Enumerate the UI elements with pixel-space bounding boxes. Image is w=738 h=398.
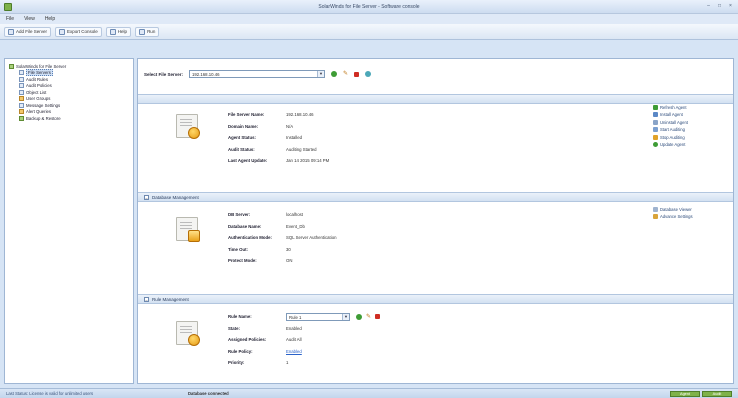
database-actions: Database Viewer Advance Settings (653, 206, 693, 220)
database-icon (176, 217, 200, 242)
tree-item-backup-restore[interactable]: Backup & Restore (9, 115, 129, 122)
run-icon (139, 28, 146, 35)
status-text: Last Status: License is valid for unlimi… (6, 391, 94, 396)
add-icon (8, 28, 14, 35)
advance-settings-link[interactable]: Advance Settings (653, 214, 693, 220)
delete-icon[interactable] (375, 314, 380, 320)
users-icon (19, 96, 24, 102)
rules-icon (19, 76, 24, 82)
rule-section-header[interactable]: – Rule Management (138, 294, 733, 304)
rule-properties: Rule Name: Rule 1 ▼ ✎ State: Enabled Assig… (228, 311, 380, 369)
menu-bar: File View Help (0, 14, 738, 24)
alert-icon (19, 109, 24, 115)
maximize-icon[interactable]: □ (716, 3, 723, 9)
server-section-header (138, 94, 733, 104)
file-server-combo[interactable]: 192.168.10.46 ▼ (189, 70, 326, 78)
menu-file[interactable]: File (6, 16, 14, 22)
add-server-icon[interactable] (331, 71, 338, 77)
file-server-icon (176, 114, 200, 139)
prop-row: DB Server: localhost (228, 212, 303, 218)
start-icon (653, 127, 658, 132)
menu-help[interactable]: Help (45, 16, 55, 22)
prop-row: Domain Name: N/A (228, 123, 294, 129)
prop-row: Assigned Policies: Audit All (228, 337, 302, 343)
start-auditing-link[interactable]: Start Auditing (653, 127, 688, 133)
add-file-server-button[interactable]: Add File Server (4, 26, 52, 37)
refresh-agent-link[interactable]: Refresh Agent (653, 104, 688, 110)
update-agent-link[interactable]: Update Agent (653, 142, 688, 148)
prop-row: Authentication Mode: SQL Server Authentic… (228, 235, 337, 241)
main-content: Select File Server: 192.168.10.46 ▼ ✎ Fi… (137, 58, 734, 384)
uninstall-icon (653, 119, 658, 125)
prop-row: Agent Status: Installed (228, 135, 303, 141)
prop-row: State: Enabled (228, 325, 302, 331)
viewer-icon (653, 206, 658, 212)
edit-icon[interactable]: ✎ (343, 71, 348, 77)
prop-row: Rule Name: Rule 1 ▼ ✎ (228, 311, 380, 323)
stop-icon (653, 134, 658, 140)
window-title: SolarWinds for File Server - Software co… (318, 4, 420, 10)
chevron-down-icon[interactable]: ▼ (317, 71, 325, 77)
export-console-button[interactable]: Export Console (55, 26, 102, 37)
run-button[interactable]: Run (135, 26, 160, 37)
refresh-icon (653, 104, 658, 110)
install-agent-link[interactable]: Install Agent (653, 112, 688, 118)
prop-row: Priority: 1 (228, 360, 289, 366)
agent-status-badge: Agent (670, 390, 700, 397)
status-db-text: Database connected (188, 391, 229, 396)
close-icon[interactable]: × (727, 3, 734, 9)
database-section-header[interactable]: – Database Management (138, 192, 733, 202)
install-icon (653, 112, 658, 117)
update-icon (653, 142, 658, 147)
collapse-icon[interactable]: – (144, 194, 149, 200)
rule-policy-link[interactable]: Enabled (286, 349, 302, 354)
refresh-icon[interactable] (365, 71, 372, 77)
uninstall-agent-link[interactable]: Uninstall Agent (653, 119, 688, 125)
policy-icon (19, 83, 24, 89)
database-viewer-link[interactable]: Database Viewer (653, 206, 693, 212)
menu-view[interactable]: View (24, 16, 35, 22)
status-bar: Last Status: License is valid for unlimi… (0, 388, 738, 398)
rule-icon (176, 321, 200, 346)
folder-icon (19, 70, 24, 76)
prop-row: File Server Name: 192.168.10.46 (228, 112, 314, 118)
edit-icon[interactable]: ✎ (366, 314, 371, 320)
prop-row: Protect Mode: ON (228, 258, 293, 264)
settings-icon (653, 214, 658, 219)
prop-row: Time Out: 30 (228, 246, 291, 252)
collapse-icon[interactable]: – (144, 296, 149, 302)
help-button[interactable]: Help (105, 26, 132, 37)
agent-actions: Refresh Agent Install Agent Uninstall Ag… (653, 104, 688, 148)
select-file-server-label: Select File Server: (144, 71, 184, 77)
prop-row: Rule Policy: Enabled (228, 348, 302, 354)
add-rule-icon[interactable] (356, 313, 362, 320)
chevron-down-icon[interactable]: ▼ (342, 313, 349, 320)
prop-row: Last Agent Update: Jan 14 2015 09:14 PM (228, 158, 330, 164)
server-icon (9, 63, 14, 69)
message-icon (19, 102, 24, 108)
database-properties: DB Server: localhost Database Name: Event_… (228, 209, 336, 267)
audit-status-badge: Audit (702, 390, 732, 397)
help-icon (109, 28, 116, 35)
file-server-selector: Select File Server: 192.168.10.46 ▼ ✎ (144, 70, 372, 78)
stop-auditing-link[interactable]: Stop Auditing (653, 134, 688, 140)
list-icon (19, 89, 24, 95)
prop-row: Audit Status: Auditing Started (228, 146, 317, 152)
server-properties: File Server Name: 192.168.10.46 Domain Na… (228, 109, 329, 167)
export-icon (59, 28, 66, 35)
minimize-icon[interactable]: – (705, 3, 712, 9)
navigation-tree: SolarWinds for File Server File Servers … (4, 58, 134, 384)
rule-name-combo[interactable]: Rule 1 ▼ (286, 312, 350, 321)
prop-row: Database Name: Event_Db (228, 223, 305, 229)
title-bar: SolarWinds for File Server - Software co… (0, 0, 738, 14)
toolbar: Add File Server Export Console Help Run (0, 24, 738, 40)
backup-icon (19, 115, 24, 121)
delete-icon[interactable] (354, 71, 360, 77)
